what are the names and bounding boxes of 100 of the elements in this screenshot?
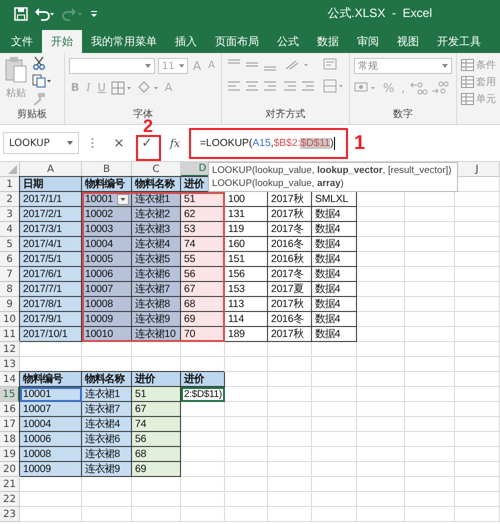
table-cell: 10009	[20, 462, 82, 477]
table-cell: 连衣裙7	[132, 282, 181, 297]
empty-cell	[268, 432, 312, 447]
row-header[interactable]: 17	[0, 417, 20, 432]
empty-cell	[225, 357, 268, 372]
row-header[interactable]: 4	[0, 222, 20, 237]
empty-cell	[455, 477, 500, 492]
row-header[interactable]: 16	[0, 402, 20, 417]
increase-decimal-icon[interactable]	[410, 81, 428, 95]
empty-cell	[225, 462, 268, 477]
empty-cell	[312, 507, 357, 522]
row-header[interactable]: 10	[0, 312, 20, 327]
empty-cell	[455, 447, 500, 462]
group-label: 数字	[392, 108, 414, 122]
ribbon-tab[interactable]: 文件	[2, 30, 42, 53]
group-label: 字体	[132, 108, 154, 120]
scissors-icon[interactable]	[32, 56, 46, 70]
row-header[interactable]: 12	[0, 342, 20, 357]
table-cell: 2017/4/1	[20, 237, 82, 252]
row-header[interactable]: 19	[0, 447, 20, 462]
table-cell: 数据4	[312, 297, 357, 312]
row-header[interactable]: 22	[0, 492, 20, 507]
empty-cell	[455, 417, 500, 432]
formula-field[interactable]: =LOOKUP(A15,$B$2:$D$11)	[200, 136, 335, 150]
column-header[interactable]: J	[455, 162, 500, 177]
row-header[interactable]: 14	[0, 372, 20, 387]
table-cell: 74	[132, 417, 181, 432]
cancel-button[interactable]: ×	[106, 132, 132, 154]
number-format-field[interactable]: 常规	[354, 58, 452, 74]
table-cell: 日期	[20, 177, 82, 192]
borders-icon[interactable]	[110, 81, 133, 95]
ribbon-tab[interactable]: 页面布局	[206, 30, 268, 53]
alignment-icons-drawing[interactable]	[226, 79, 346, 93]
empty-cell	[225, 342, 268, 357]
copy-icon[interactable]	[32, 74, 52, 88]
table-cell: 2017冬	[268, 267, 312, 282]
row-header[interactable]: 3	[0, 207, 20, 222]
table-cell: 数据4	[312, 252, 357, 267]
row-header[interactable]: 23	[0, 507, 20, 522]
table-cell: 2017/2/1	[20, 207, 82, 222]
empty-cell	[268, 507, 312, 522]
select-all-corner[interactable]	[0, 162, 20, 177]
undo-icon[interactable]	[34, 6, 56, 20]
row-header[interactable]: 13	[0, 357, 20, 372]
name-box[interactable]: LOOKUP	[3, 132, 79, 154]
column-header[interactable]: B	[82, 162, 132, 177]
row-header[interactable]: 6	[0, 252, 20, 267]
table-cell: 2017/7/1	[20, 282, 82, 297]
empty-cell	[405, 372, 455, 387]
table-cell: SMLXL	[312, 192, 357, 207]
empty-cell	[312, 372, 357, 387]
table-cell: 2016冬	[268, 312, 312, 327]
empty-cell	[225, 417, 268, 432]
empty-cell	[455, 372, 500, 387]
row-header[interactable]: 2	[0, 192, 20, 207]
enter-button[interactable]: ✓	[134, 132, 160, 154]
save-icon[interactable]	[14, 6, 28, 20]
redo-icon[interactable]	[62, 6, 84, 20]
row-header[interactable]: 18	[0, 432, 20, 447]
ribbon-tab[interactable]: 视图	[388, 30, 428, 53]
table-cell: 连衣裙8	[82, 447, 132, 462]
table-cell: 2017冬	[268, 222, 312, 237]
empty-cell	[181, 477, 225, 492]
column-header[interactable]: A	[20, 162, 82, 177]
empty-cell	[405, 282, 455, 297]
table-cell: 156	[225, 267, 268, 282]
ribbon-tab[interactable]: 公式	[268, 30, 308, 53]
row-header[interactable]: 5	[0, 237, 20, 252]
row-header[interactable]: 7	[0, 267, 20, 282]
table-cell: 2017/10/1	[20, 327, 82, 342]
row-header[interactable]: 1	[0, 177, 20, 192]
row-header[interactable]: 20	[0, 462, 20, 477]
ribbon-tab[interactable]: 数据	[308, 30, 348, 53]
empty-cell	[405, 237, 455, 252]
table-cell: 物料名称	[82, 372, 132, 387]
table-cell: 进价	[132, 372, 181, 387]
column-header[interactable]: C	[132, 162, 181, 177]
row-header[interactable]: 11	[0, 327, 20, 342]
empty-cell	[181, 492, 225, 507]
row-header[interactable]: 8	[0, 282, 20, 297]
customize-caret-icon[interactable]	[90, 8, 98, 18]
table-cell: 2016冬	[268, 237, 312, 252]
row-header[interactable]: 21	[0, 477, 20, 492]
decrease-decimal-icon[interactable]	[431, 81, 450, 95]
empty-cell	[455, 462, 500, 477]
ribbon-tab[interactable]: 开始	[42, 30, 82, 53]
ribbon-tab[interactable]: 开发工具	[428, 30, 490, 53]
ribbon-tab[interactable]: 插入	[166, 30, 206, 53]
row-header[interactable]: 15	[0, 387, 20, 402]
fill-bucket-icon[interactable]	[136, 81, 160, 95]
table-cell: 100	[225, 192, 268, 207]
table-cell: 160	[225, 237, 268, 252]
ribbon-tab[interactable]: 审阅	[348, 30, 388, 53]
insert-function-button[interactable]: fx	[162, 132, 188, 154]
row-header[interactable]: 9	[0, 297, 20, 312]
dropdown-icon[interactable]	[117, 194, 129, 205]
dropdown-caret-icon	[442, 64, 448, 68]
ribbon-tab[interactable]: 我的常用菜单	[82, 30, 166, 53]
font-name-field[interactable]	[68, 58, 155, 74]
window-title: 公式.XLSX - Excel	[327, 5, 432, 22]
